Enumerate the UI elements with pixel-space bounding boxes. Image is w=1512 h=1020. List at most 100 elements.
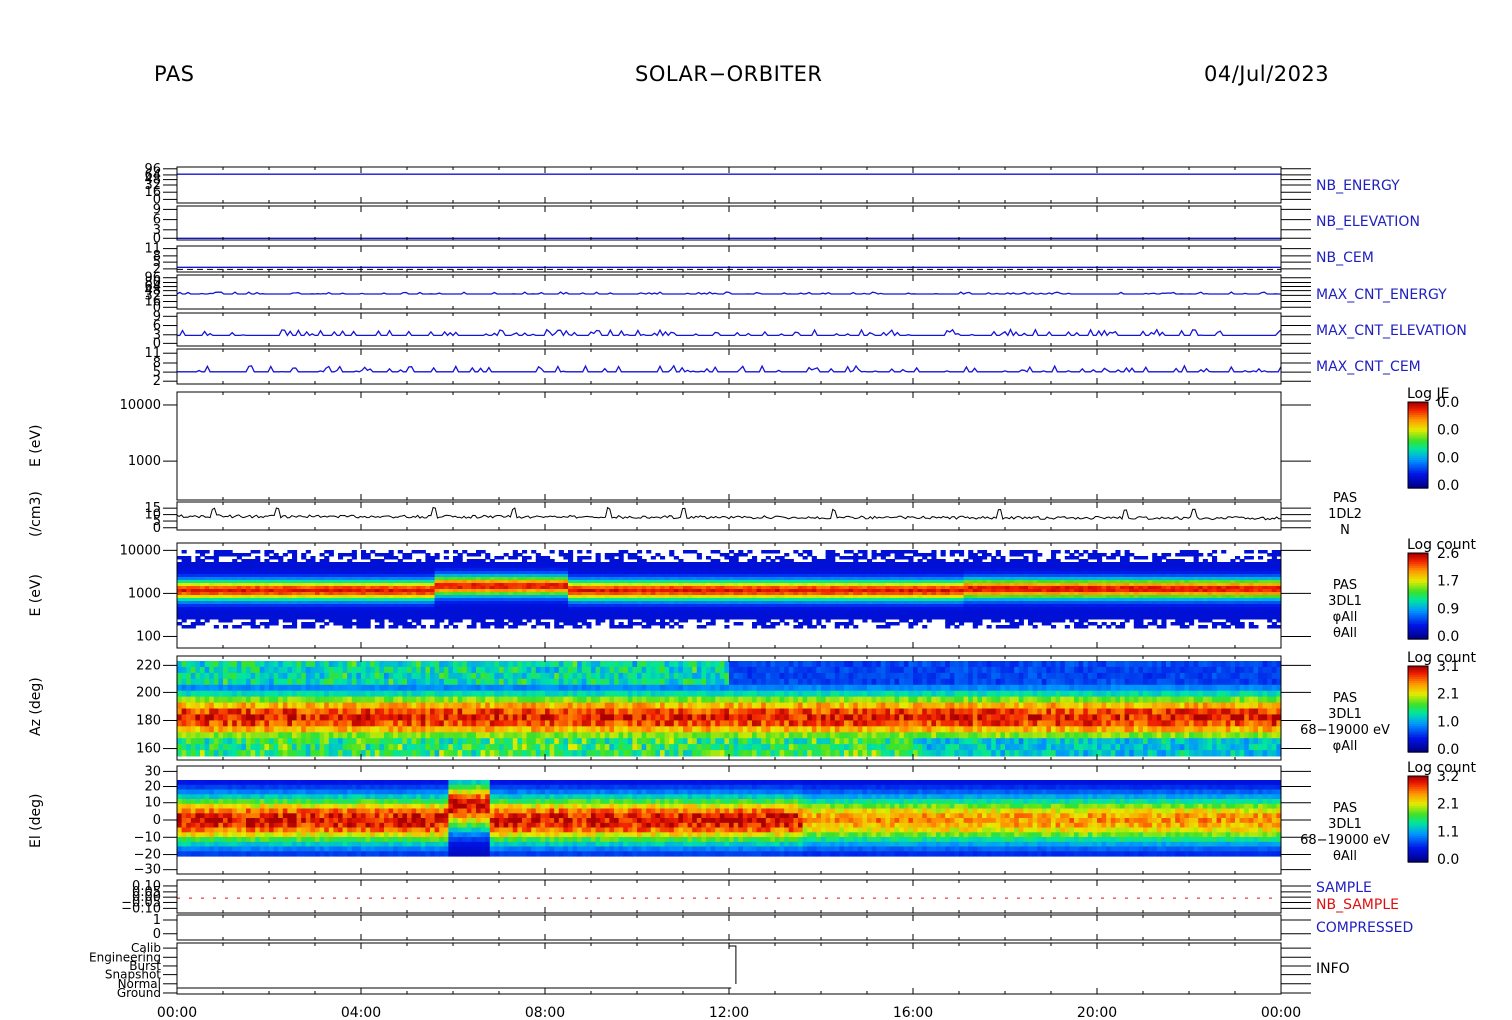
xtick-label: 12:00	[709, 1005, 749, 1020]
info-trace	[177, 945, 737, 989]
colorbar-tick-label: 3.1	[1437, 659, 1459, 675]
ytick-label: 1	[153, 913, 161, 928]
panel-annotation: 68−19000 eV	[1300, 723, 1390, 738]
ytick-label: 0	[153, 521, 161, 536]
panel-ylabel: Az (deg)	[28, 677, 44, 736]
ytick-label: 10	[144, 796, 161, 811]
colorbar-tick-label: 1.1	[1437, 824, 1459, 840]
ytick-label: −30	[134, 863, 161, 878]
panel-annotation: φAll	[1333, 739, 1358, 754]
panel-annotation: PAS	[1333, 491, 1357, 506]
ytick-label: −20	[134, 848, 161, 863]
colorbar-elevation-spectrogram	[1407, 775, 1429, 863]
colorbar-tick-label: 0.9	[1437, 601, 1459, 617]
panel-annotation: θAll	[1333, 849, 1357, 864]
colorbar-tick-label: 2.1	[1437, 687, 1459, 703]
panel-label-nb-elevation: NB_ELEVATION	[1316, 214, 1420, 230]
ytick-label: 180	[136, 713, 161, 728]
colorbar-tick-label: 0.0	[1437, 450, 1459, 466]
colorbar-energy-spectrogram	[1407, 552, 1429, 640]
panel-max-cnt-energy	[163, 274, 1311, 310]
panel-nb-energy	[163, 166, 1311, 204]
ytick-label: 1000	[128, 454, 161, 469]
colorbar-tick-label: 3.2	[1437, 769, 1459, 785]
ytick-label: 0	[153, 813, 161, 828]
ytick-label: 2	[153, 374, 161, 389]
panel-label-info: INFO	[1316, 961, 1350, 977]
colorbar-je-spectrogram	[1407, 401, 1429, 489]
panel-frame	[176, 942, 1282, 995]
ytick-label: 20	[144, 780, 161, 795]
xtick-label: 00:00	[157, 1005, 197, 1020]
ytick-label: 1000	[128, 586, 161, 601]
panel-label-compressed: COMPRESSED	[1316, 920, 1413, 936]
ytick-label: 0	[153, 927, 161, 942]
panel-label-max-cnt-cem: MAX_CNT_CEM	[1316, 359, 1421, 375]
stacked-time-series-chart: 96644832160NB_ENERGY9630NB_ELEVATION1185…	[28, 162, 1476, 1020]
panel-max-cnt-cem	[163, 348, 1311, 385]
ytick-label: −10	[134, 830, 161, 845]
ytick-label: 10000	[120, 543, 161, 558]
panel-annotation: 68−19000 eV	[1300, 833, 1390, 848]
ytick-label: 200	[136, 685, 161, 700]
panel-sample	[163, 879, 1311, 914]
panel-azimuth-spectrogram	[163, 655, 1429, 761]
panel-annotation: 3DL1	[1328, 594, 1362, 609]
colorbar-tick-label: 0.0	[1437, 423, 1459, 439]
panel-annotation: PAS	[1333, 801, 1357, 816]
colorbar-tick-label: 2.6	[1437, 546, 1459, 562]
panel-label-nb-sample: NB_SAMPLE	[1316, 897, 1399, 913]
panel-annotation: 1DL2	[1328, 507, 1362, 522]
panel-annotation: 3DL1	[1328, 817, 1362, 832]
trace-max-cnt-cem	[176, 364, 1282, 373]
panel-label-max-cnt-energy: MAX_CNT_ENERGY	[1316, 287, 1447, 303]
xtick-label: 16:00	[893, 1005, 933, 1020]
panel-annotation: φAll	[1333, 610, 1358, 625]
panel-je-spectrogram	[163, 391, 1429, 501]
panel-label-max-cnt-elevation: MAX_CNT_ELEVATION	[1316, 323, 1467, 339]
ytick-label: 220	[136, 658, 161, 673]
panel-annotation: θAll	[1333, 626, 1357, 641]
panel-annotation: 3DL1	[1328, 707, 1362, 722]
panel-energy-spectrogram	[163, 542, 1429, 649]
colorbar-tick-label: 2.1	[1437, 797, 1459, 813]
panel-density	[163, 501, 1311, 531]
colorbar-azimuth-spectrogram	[1407, 665, 1429, 753]
density-trace	[176, 506, 1281, 521]
panel-annotation: PAS	[1333, 578, 1357, 593]
ytick-label: 10000	[120, 398, 161, 413]
xtick-label: 00:00	[1261, 1005, 1301, 1020]
panel-annotation: N	[1340, 523, 1350, 538]
colorbar-tick-label: 0.0	[1437, 478, 1459, 494]
panel-max-cnt-elevation	[163, 312, 1311, 347]
panel-label-nb-energy: NB_ENERGY	[1316, 178, 1400, 194]
colorbar-tick-label: 1.7	[1437, 574, 1459, 590]
ytick-label: 30	[144, 764, 161, 779]
panel-info	[163, 942, 1311, 995]
colorbar-tick-label: 1.0	[1437, 714, 1459, 730]
panel-label-nb-cem: NB_CEM	[1316, 250, 1374, 266]
xtick-label: 20:00	[1077, 1005, 1117, 1020]
trace-max-cnt-energy	[176, 291, 1281, 295]
panel-ylabel: E (eV)	[28, 574, 44, 616]
panel-frame	[176, 391, 1282, 501]
colorbar-tick-label: 0.0	[1437, 852, 1459, 868]
panel-nb-elevation	[163, 205, 1311, 241]
panel-ylabel: El (deg)	[28, 794, 44, 849]
ytick-label: Ground	[117, 986, 161, 1000]
panel-elevation-spectrogram	[163, 765, 1429, 875]
panel-label-sample: SAMPLE	[1316, 880, 1372, 896]
colorbar-tick-label: 0.0	[1437, 395, 1459, 411]
colorbar-tick-label: 0.0	[1437, 742, 1459, 758]
panel-nb-cem	[163, 245, 1311, 273]
colorbar-tick-label: 0.0	[1437, 629, 1459, 645]
panel-ylabel: E (eV)	[28, 425, 44, 467]
panel-ylabel: (/cm3)	[28, 491, 44, 537]
trace-max-cnt-elevation	[176, 327, 1282, 337]
xtick-label: 08:00	[525, 1005, 565, 1020]
panel-compressed	[163, 914, 1311, 941]
xtick-label: 04:00	[341, 1005, 381, 1020]
ytick-label: 100	[136, 629, 161, 644]
ytick-label: 160	[136, 742, 161, 757]
panel-annotation: PAS	[1333, 691, 1357, 706]
